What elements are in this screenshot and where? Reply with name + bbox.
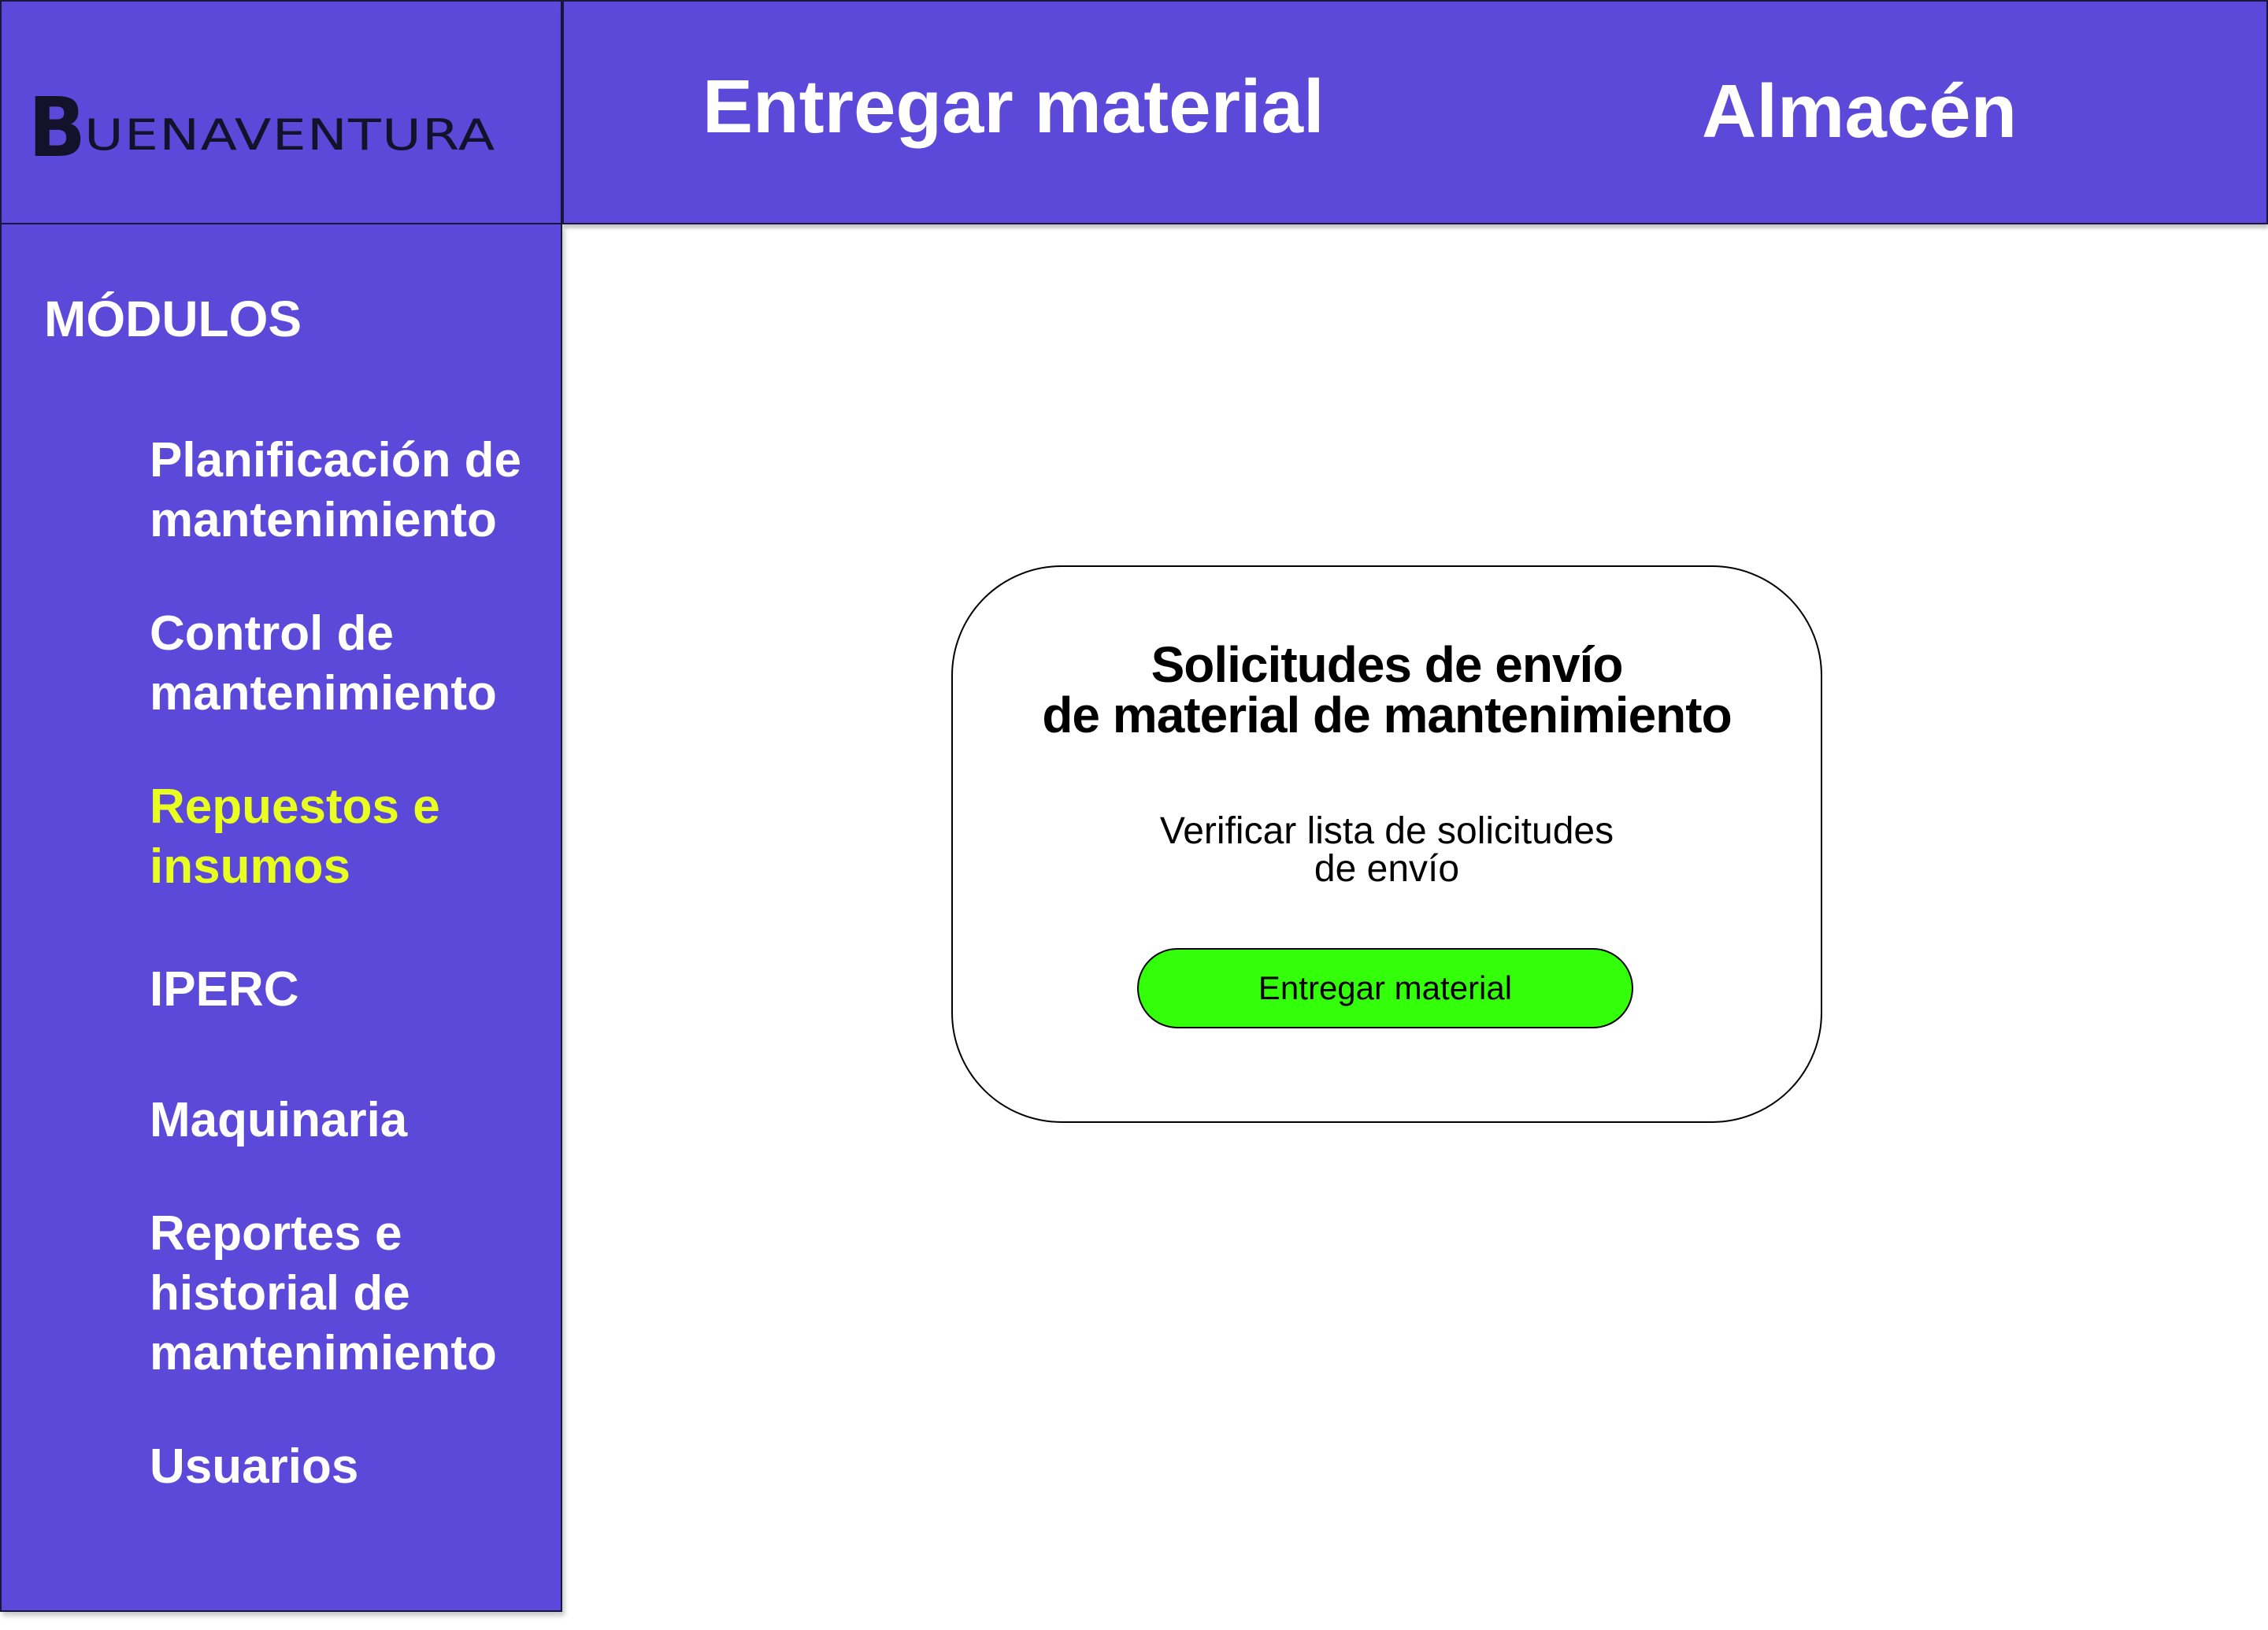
- sidebar-item-maquinaria[interactable]: Maquinaria: [150, 1091, 551, 1150]
- buenaventura-logo: B UENAVENTURA: [28, 80, 495, 176]
- card-title-line-2: de material de mantenimiento: [1042, 687, 1732, 743]
- card-subtitle-line-2: de envío: [1314, 848, 1460, 890]
- shipment-requests-card: Solicitudes de envío de material de mant…: [951, 565, 1822, 1123]
- sidebar-item-reportes[interactable]: Reportes e historial de mantenimiento: [150, 1204, 520, 1384]
- sidebar-item-iperc[interactable]: IPERC: [150, 960, 551, 1020]
- sidebar-item-usuarios[interactable]: Usuarios: [150, 1437, 551, 1497]
- card-title-line-1: Solicitudes de envío: [1151, 636, 1624, 693]
- card-subtitle: Verificar lista de solicitudes de envío: [953, 813, 1821, 888]
- sidebar-item-planificacion[interactable]: Planificación de mantenimiento: [150, 431, 551, 550]
- logo-panel: B UENAVENTURA: [0, 0, 562, 224]
- sidebar-item-repuestos[interactable]: Repuestos e insumos: [150, 777, 551, 897]
- sidebar-heading: MÓDULOS: [44, 291, 302, 347]
- page-title: Entregar material: [702, 65, 1325, 149]
- top-header: Entregar material Almacén: [562, 0, 2268, 224]
- logo-initial: B: [28, 80, 86, 176]
- card-subtitle-line-1: Verificar lista de solicitudes: [1159, 810, 1614, 852]
- deliver-material-button[interactable]: Entregar material: [1137, 948, 1633, 1028]
- sidebar: MÓDULOS Planificación de mantenimiento C…: [0, 224, 562, 1612]
- card-title: Solicitudes de envío de material de mant…: [953, 639, 1821, 740]
- logo-wordmark: UENAVENTURA: [84, 109, 496, 160]
- section-title: Almacén: [1702, 69, 2018, 154]
- sidebar-item-control[interactable]: Control de mantenimiento: [150, 604, 551, 724]
